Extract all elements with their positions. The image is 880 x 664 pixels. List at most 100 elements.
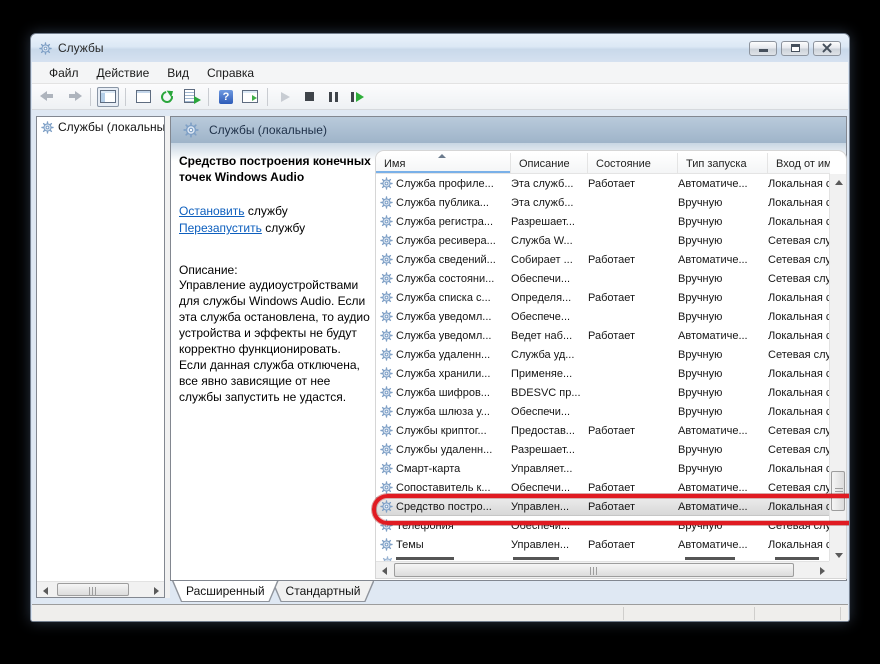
back-button[interactable] [38,87,60,107]
cell-name: Служба профиле... [396,178,511,190]
toolbar-separator [125,88,126,106]
column-header-0[interactable]: Имя [376,153,511,173]
service-row[interactable]: Служба публика...Эта служб...ВручнуюЛока… [376,193,830,212]
service-gear-icon [380,177,393,190]
column-header-2[interactable]: Состояние [588,153,678,173]
services-node-icon [41,121,54,134]
menu-file[interactable]: Файл [40,64,88,82]
cell-logon: Локальная система [768,178,830,190]
export-list-button[interactable] [180,87,202,107]
tree-item-services-local[interactable]: Службы (локальные) [37,117,164,136]
service-icon-cell [376,348,396,361]
pane-header: Службы (локальные) [171,117,846,143]
service-row[interactable]: Служба списка с...Определя...РаботаетВру… [376,288,830,307]
stop-service-button[interactable] [298,87,320,107]
cell-status: Работает [588,539,678,551]
list-horizontal-scrollbar[interactable] [376,561,830,578]
toolbar-separator [208,88,209,106]
scroll-right-arrow-icon[interactable] [148,582,164,599]
cell-startup: Вручную [678,444,768,456]
cell-startup: Вручную [678,349,768,361]
service-row[interactable]: Службы криптог...Предостав...РаботаетАвт… [376,421,830,440]
menu-help[interactable]: Справка [198,64,263,82]
service-gear-icon [380,329,393,342]
clipped-text [513,557,559,560]
restart-service-link[interactable]: Перезапустить [179,221,262,235]
menu-action[interactable]: Действие [88,64,159,82]
title-bar[interactable]: Службы [31,34,849,62]
pane-header-title: Службы (локальные) [209,123,327,137]
scroll-right-arrow-icon[interactable] [814,562,830,579]
menu-bar: ФайлДействиеВидСправка [32,62,848,84]
column-header-3[interactable]: Тип запуска [678,153,768,173]
clipped-text [775,557,819,560]
menu-view[interactable]: Вид [158,64,198,82]
cell-name: Служба шлюза у... [396,406,511,418]
maximize-icon [791,44,800,52]
service-row[interactable]: Служба шлюза у...Обеспечи...ВручнуюЛокал… [376,402,830,421]
help-button[interactable] [215,87,237,107]
maximize-button[interactable] [781,41,809,56]
service-icon-cell [376,538,396,551]
service-row[interactable]: Служба ресивера...Служба W...ВручнуюСете… [376,231,830,250]
cell-startup: Вручную [678,292,768,304]
scrollbar-thumb[interactable] [57,583,129,596]
scroll-left-arrow-icon[interactable] [376,562,392,579]
cell-desc: Разрешает... [511,216,588,228]
cell-logon: Сетевая служба [768,254,830,266]
cell-startup: Вручную [678,197,768,209]
service-gear-icon [380,196,393,209]
refresh-button[interactable] [156,87,178,107]
restart-service-suffix: службу [262,221,305,235]
service-row[interactable]: Службы удаленн...Разрешает...ВручнуюСете… [376,440,830,459]
restart-service-button[interactable] [346,87,368,107]
service-row[interactable]: Служба регистра...Разрешает...ВручнуюЛок… [376,212,830,231]
cell-name: Служба шифров... [396,387,511,399]
service-row[interactable]: Служба удаленн...Служба уд...ВручнуюСете… [376,345,830,364]
service-row[interactable]: ТемыУправлен...РаботаетАвтоматиче...Лока… [376,535,830,554]
services-header-icon [183,122,199,138]
stop-service-link[interactable]: Остановить [179,204,245,218]
scroll-up-arrow-icon[interactable] [830,174,847,190]
properties-button[interactable] [132,87,154,107]
console-tree-panel: Службы (локальные) [36,116,165,598]
service-row[interactable]: Служба уведомл...Ведет наб...РаботаетАвт… [376,326,830,345]
scroll-left-arrow-icon[interactable] [37,582,53,599]
service-row[interactable]: Служба уведомл...Обеспече...ВручнуюЛокал… [376,307,830,326]
tab-extended[interactable]: Расширенный [172,581,279,602]
service-gear-icon [380,405,393,418]
cell-desc: Служба W... [511,235,588,247]
scrollbar-thumb[interactable] [394,563,794,577]
cell-logon: Локальная система [768,311,830,323]
service-row[interactable]: Смарт-картаУправляет...ВручнуюЛокальная … [376,459,830,478]
tree-horizontal-scrollbar[interactable] [37,581,164,597]
service-icon-cell [376,310,396,323]
service-row[interactable]: Служба хранили...Применяе...ВручнуюЛокал… [376,364,830,383]
list-header-row: ИмяОписаниеСостояниеТип запускаВход от и… [376,153,830,174]
tree-item-label: Службы (локальные) [58,120,164,134]
show-console-tree-button[interactable] [97,87,119,107]
cell-name: Служба списка с... [396,292,511,304]
cell-status: Работает [588,330,678,342]
window-title: Службы [58,41,103,55]
column-header-4[interactable]: Вход от имени [768,153,830,173]
service-row[interactable]: Служба сведений...Собирает ...РаботаетАв… [376,250,830,269]
column-header-1[interactable]: Описание [511,153,588,173]
cell-name: Служба сведений... [396,254,511,266]
close-button[interactable] [813,41,841,56]
service-row[interactable]: Служба профиле...Эта служб...РаботаетАвт… [376,174,830,193]
forward-button[interactable] [62,87,84,107]
pause-service-button[interactable] [322,87,344,107]
minimize-button[interactable] [749,41,777,56]
show-action-pane-button[interactable] [239,87,261,107]
service-icon-cell [376,196,396,209]
start-service-button[interactable] [274,87,296,107]
service-gear-icon [380,424,393,437]
service-row[interactable]: Служба состояни...Обеспечи...ВручнуюСете… [376,269,830,288]
tab-standard[interactable]: Стандартный [272,581,375,602]
cell-name: Служба публика... [396,197,511,209]
clipped-text [396,557,454,560]
service-row[interactable]: Служба шифров...BDESVC пр...ВручнуюЛокал… [376,383,830,402]
client-area: Службы (локальные) Службы (локальные) Ср… [32,110,848,604]
service-icon-cell [376,481,396,494]
